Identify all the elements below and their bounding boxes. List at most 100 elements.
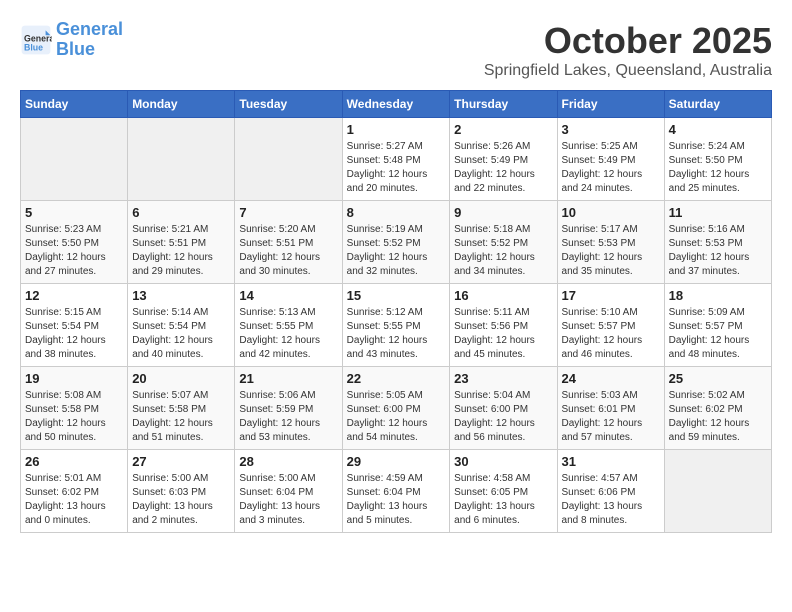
- column-header-sunday: Sunday: [21, 91, 128, 118]
- day-info: Sunrise: 5:03 AM Sunset: 6:01 PM Dayligh…: [562, 389, 660, 445]
- day-number: 25: [669, 371, 767, 386]
- day-number: 31: [562, 454, 660, 469]
- calendar-header-row: SundayMondayTuesdayWednesdayThursdayFrid…: [21, 91, 772, 118]
- column-header-wednesday: Wednesday: [342, 91, 450, 118]
- calendar-week-2: 5Sunrise: 5:23 AM Sunset: 5:50 PM Daylig…: [21, 201, 772, 284]
- day-info: Sunrise: 5:07 AM Sunset: 5:58 PM Dayligh…: [132, 389, 230, 445]
- day-info: Sunrise: 4:59 AM Sunset: 6:04 PM Dayligh…: [347, 472, 446, 528]
- calendar-cell: 22Sunrise: 5:05 AM Sunset: 6:00 PM Dayli…: [342, 367, 450, 450]
- calendar-cell: 17 Sunrise: 5:10 AM Sunset: 5:57 PM Dayli…: [557, 284, 664, 367]
- day-info: Sunrise: 5:10 AM Sunset: 5:57 PM Dayligh…: [562, 306, 660, 362]
- day-number: 17: [562, 288, 660, 303]
- calendar-cell: 27 Sunrise: 5:00 AM Sunset: 6:03 PM Dayli…: [128, 450, 235, 533]
- day-info: Sunrise: 5:19 AM Sunset: 5:52 PM Dayligh…: [347, 223, 446, 279]
- day-number: 30: [454, 454, 552, 469]
- day-info: Sunrise: 5:11 AM Sunset: 5:56 PM Dayligh…: [454, 306, 552, 362]
- day-number: 21: [239, 371, 337, 386]
- day-number: 4: [669, 122, 767, 137]
- day-info: Sunrise: 5:00 AM Sunset: 6:03 PM Dayligh…: [132, 472, 230, 528]
- logo-icon: General Blue: [20, 24, 52, 56]
- column-header-monday: Monday: [128, 91, 235, 118]
- day-number: 23: [454, 371, 552, 386]
- day-number: 8: [347, 205, 446, 220]
- column-header-friday: Friday: [557, 91, 664, 118]
- day-number: 29: [347, 454, 446, 469]
- day-info: Sunrise: 5:12 AM Sunset: 5:55 PM Dayligh…: [347, 306, 446, 362]
- day-info: Sunrise: 4:58 AM Sunset: 6:05 PM Dayligh…: [454, 472, 552, 528]
- calendar-subtitle: Springfield Lakes, Queensland, Australia: [484, 62, 772, 80]
- day-info: Sunrise: 5:27 AM Sunset: 5:48 PM Dayligh…: [347, 140, 446, 196]
- calendar-cell: [664, 450, 771, 533]
- calendar-week-1: 1 Sunrise: 5:27 AM Sunset: 5:48 PM Daylig…: [21, 118, 772, 201]
- day-info: Sunrise: 5:25 AM Sunset: 5:49 PM Dayligh…: [562, 140, 660, 196]
- calendar-cell: 9Sunrise: 5:18 AM Sunset: 5:52 PM Daylig…: [450, 201, 557, 284]
- day-info: Sunrise: 5:21 AM Sunset: 5:51 PM Dayligh…: [132, 223, 230, 279]
- day-number: 20: [132, 371, 230, 386]
- day-number: 11: [669, 205, 767, 220]
- day-info: Sunrise: 4:57 AM Sunset: 6:06 PM Dayligh…: [562, 472, 660, 528]
- calendar-cell: 18 Sunrise: 5:09 AM Sunset: 5:57 PM Dayli…: [664, 284, 771, 367]
- day-number: 2: [454, 122, 552, 137]
- calendar-cell: 21 Sunrise: 5:06 AM Sunset: 5:59 PM Dayli…: [235, 367, 342, 450]
- calendar-cell: 16 Sunrise: 5:11 AM Sunset: 5:56 PM Dayli…: [450, 284, 557, 367]
- day-number: 24: [562, 371, 660, 386]
- calendar-cell: [235, 118, 342, 201]
- day-number: 14: [239, 288, 337, 303]
- title-area: October 2025 Springfield Lakes, Queensla…: [484, 20, 772, 80]
- day-number: 12: [25, 288, 123, 303]
- calendar-cell: 23 Sunrise: 5:04 AM Sunset: 6:00 PM Dayli…: [450, 367, 557, 450]
- calendar-cell: 12 Sunrise: 5:15 AM Sunset: 5:54 PM Dayli…: [21, 284, 128, 367]
- day-info: Sunrise: 5:01 AM Sunset: 6:02 PM Dayligh…: [25, 472, 123, 528]
- day-info: Sunrise: 5:04 AM Sunset: 6:00 PM Dayligh…: [454, 389, 552, 445]
- day-number: 18: [669, 288, 767, 303]
- calendar-cell: 15 Sunrise: 5:12 AM Sunset: 5:55 PM Dayli…: [342, 284, 450, 367]
- logo: General Blue General Blue: [20, 20, 123, 60]
- calendar-cell: 19 Sunrise: 5:08 AM Sunset: 5:58 PM Dayli…: [21, 367, 128, 450]
- calendar-cell: 25 Sunrise: 5:02 AM Sunset: 6:02 PM Dayli…: [664, 367, 771, 450]
- page-header: General Blue General Blue October 2025 S…: [20, 20, 772, 80]
- calendar-cell: 14 Sunrise: 5:13 AM Sunset: 5:55 PM Dayli…: [235, 284, 342, 367]
- calendar-week-4: 19 Sunrise: 5:08 AM Sunset: 5:58 PM Dayli…: [21, 367, 772, 450]
- calendar-cell: 31 Sunrise: 4:57 AM Sunset: 6:06 PM Dayli…: [557, 450, 664, 533]
- day-info: Sunrise: 5:14 AM Sunset: 5:54 PM Dayligh…: [132, 306, 230, 362]
- calendar-cell: 29 Sunrise: 4:59 AM Sunset: 6:04 PM Dayli…: [342, 450, 450, 533]
- calendar-cell: 5Sunrise: 5:23 AM Sunset: 5:50 PM Daylig…: [21, 201, 128, 284]
- day-number: 3: [562, 122, 660, 137]
- day-number: 15: [347, 288, 446, 303]
- calendar-cell: 8 Sunrise: 5:19 AM Sunset: 5:52 PM Daylig…: [342, 201, 450, 284]
- day-number: 16: [454, 288, 552, 303]
- day-info: Sunrise: 5:20 AM Sunset: 5:51 PM Dayligh…: [239, 223, 337, 279]
- day-info: Sunrise: 5:06 AM Sunset: 5:59 PM Dayligh…: [239, 389, 337, 445]
- calendar-cell: 2Sunrise: 5:26 AM Sunset: 5:49 PM Daylig…: [450, 118, 557, 201]
- calendar-cell: 30 Sunrise: 4:58 AM Sunset: 6:05 PM Dayli…: [450, 450, 557, 533]
- day-info: Sunrise: 5:09 AM Sunset: 5:57 PM Dayligh…: [669, 306, 767, 362]
- day-info: Sunrise: 5:24 AM Sunset: 5:50 PM Dayligh…: [669, 140, 767, 196]
- calendar-cell: 4 Sunrise: 5:24 AM Sunset: 5:50 PM Daylig…: [664, 118, 771, 201]
- day-number: 6: [132, 205, 230, 220]
- calendar-cell: 26 Sunrise: 5:01 AM Sunset: 6:02 PM Dayli…: [21, 450, 128, 533]
- day-number: 27: [132, 454, 230, 469]
- column-header-thursday: Thursday: [450, 91, 557, 118]
- day-info: Sunrise: 5:02 AM Sunset: 6:02 PM Dayligh…: [669, 389, 767, 445]
- day-info: Sunrise: 5:15 AM Sunset: 5:54 PM Dayligh…: [25, 306, 123, 362]
- calendar-cell: 20 Sunrise: 5:07 AM Sunset: 5:58 PM Dayli…: [128, 367, 235, 450]
- calendar-cell: 13 Sunrise: 5:14 AM Sunset: 5:54 PM Dayli…: [128, 284, 235, 367]
- calendar-cell: 6 Sunrise: 5:21 AM Sunset: 5:51 PM Daylig…: [128, 201, 235, 284]
- calendar-cell: 10Sunrise: 5:17 AM Sunset: 5:53 PM Dayli…: [557, 201, 664, 284]
- day-info: Sunrise: 5:17 AM Sunset: 5:53 PM Dayligh…: [562, 223, 660, 279]
- day-number: 26: [25, 454, 123, 469]
- day-number: 1: [347, 122, 446, 137]
- calendar-cell: [21, 118, 128, 201]
- day-info: Sunrise: 5:23 AM Sunset: 5:50 PM Dayligh…: [25, 223, 123, 279]
- calendar-table: SundayMondayTuesdayWednesdayThursdayFrid…: [20, 90, 772, 533]
- day-number: 13: [132, 288, 230, 303]
- day-number: 28: [239, 454, 337, 469]
- day-info: Sunrise: 5:13 AM Sunset: 5:55 PM Dayligh…: [239, 306, 337, 362]
- svg-text:Blue: Blue: [24, 42, 43, 52]
- calendar-body: 1 Sunrise: 5:27 AM Sunset: 5:48 PM Daylig…: [21, 118, 772, 533]
- calendar-cell: 3 Sunrise: 5:25 AM Sunset: 5:49 PM Daylig…: [557, 118, 664, 201]
- day-info: Sunrise: 5:08 AM Sunset: 5:58 PM Dayligh…: [25, 389, 123, 445]
- day-number: 22: [347, 371, 446, 386]
- calendar-cell: 11Sunrise: 5:16 AM Sunset: 5:53 PM Dayli…: [664, 201, 771, 284]
- day-number: 19: [25, 371, 123, 386]
